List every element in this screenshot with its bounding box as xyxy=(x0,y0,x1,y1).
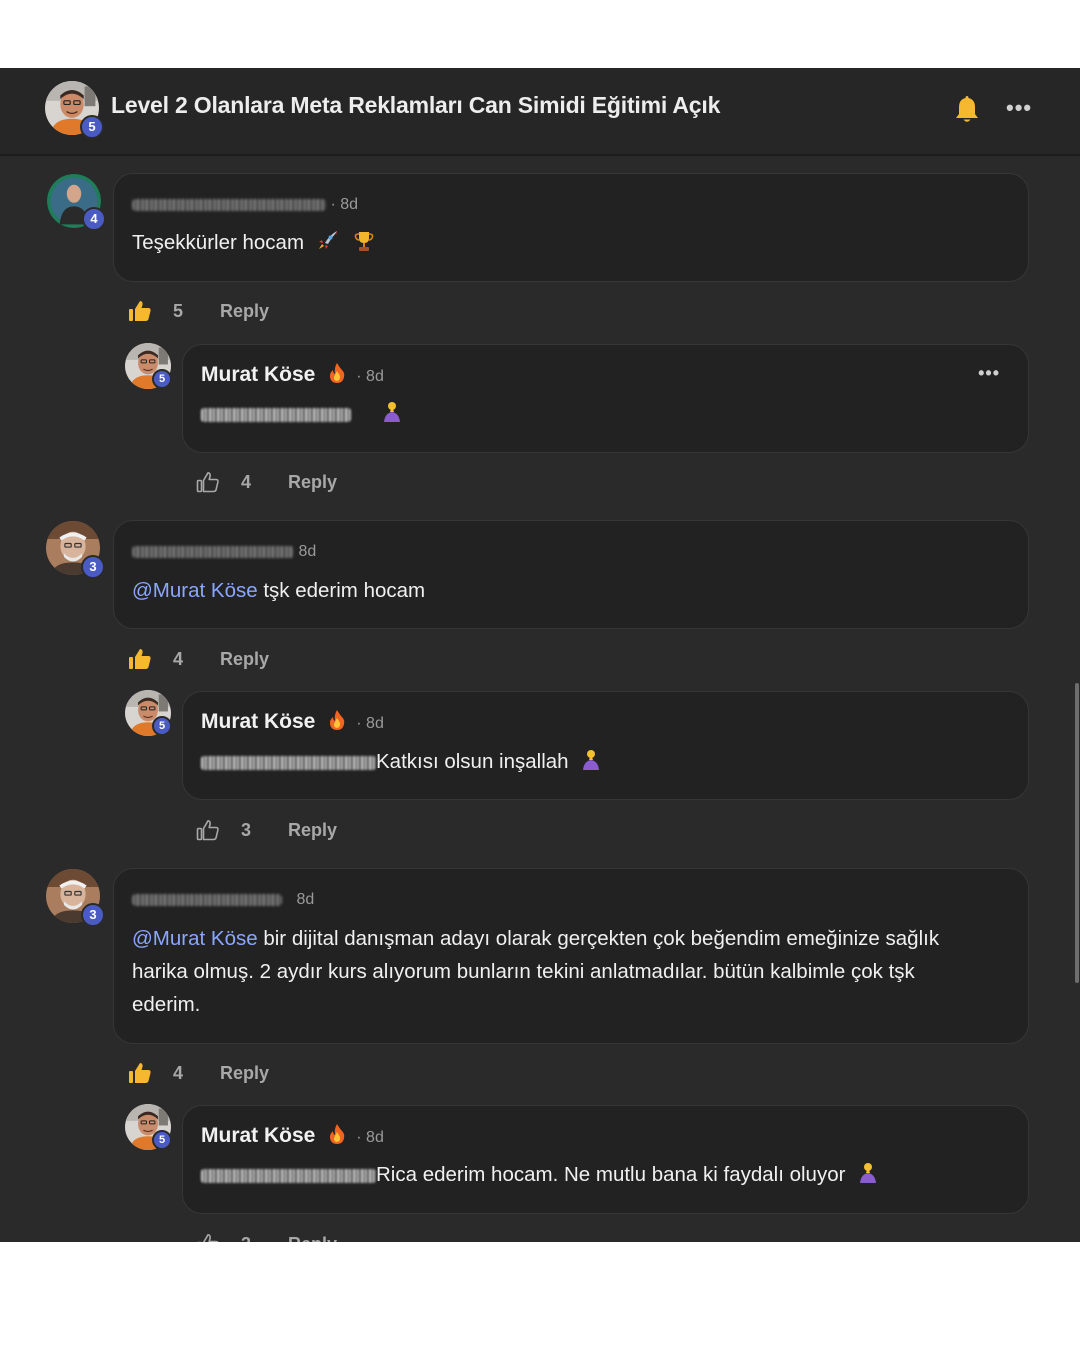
comment-text: Teşekkürler hocam xyxy=(132,226,375,259)
reply-bubble: Murat Köse · 8d Katkısı olsun inşallah xyxy=(182,691,1029,800)
comment-text: @Murat Köse tşk ederim hocam xyxy=(132,574,425,607)
post-header: 5 Level 2 Olanlara Meta Reklamları Can S… xyxy=(0,68,1080,156)
fire-icon xyxy=(328,709,346,731)
more-options-icon[interactable]: ••• xyxy=(1006,96,1036,120)
comment-text-line: ederim. xyxy=(132,993,201,1016)
comment-bubble: 8d @Murat Köse bir dijital danışman aday… xyxy=(113,868,1029,1044)
redacted-author-name xyxy=(132,198,326,211)
like-filled-icon[interactable] xyxy=(128,647,152,671)
reply-author-avatar[interactable]: 5 xyxy=(125,690,172,736)
reply-time: · 8d xyxy=(356,715,384,732)
level-badge: 3 xyxy=(81,555,105,579)
level-badge: 4 xyxy=(82,207,106,231)
reply-text-content: Rica ederim hocam. Ne mutlu bana ki fayd… xyxy=(376,1163,846,1186)
reply-text: Rica ederim hocam. Ne mutlu bana ki fayd… xyxy=(201,1158,879,1191)
reply-text xyxy=(201,397,403,430)
like-outline-icon[interactable] xyxy=(196,470,220,494)
comment-time: 8d xyxy=(298,543,317,560)
commenter-avatar[interactable]: 4 xyxy=(47,174,106,231)
praying-hands-emoji-icon xyxy=(580,749,602,771)
reply-more-icon[interactable]: ••• xyxy=(978,363,1000,384)
comment-text: @Murat Köse bir dijital danışman adayı o… xyxy=(132,922,939,1021)
reply-time: · 8d xyxy=(356,368,384,385)
post-title: Level 2 Olanlara Meta Reklamları Can Sim… xyxy=(111,92,721,118)
comment-bubble: · 8d Teşekkürler hocam xyxy=(113,173,1029,282)
redacted-mention xyxy=(201,1168,376,1183)
reply-bubble: Murat Köse · 8d Rica ederim hocam. Ne mu… xyxy=(182,1105,1029,1214)
trophy-emoji-icon xyxy=(353,230,375,252)
reply-author-name[interactable]: Murat Köse xyxy=(201,363,315,386)
reply-meta: Murat Köse · 8d xyxy=(201,362,384,387)
fire-icon xyxy=(328,1123,346,1145)
like-count: 4 xyxy=(173,649,184,669)
reply-button[interactable]: Reply xyxy=(288,820,337,841)
reply-author-name[interactable]: Murat Köse xyxy=(201,1124,315,1147)
scrollbar-thumb[interactable] xyxy=(1075,683,1079,983)
redacted-author-name xyxy=(132,893,282,906)
level-badge: 3 xyxy=(81,903,105,927)
like-outline-icon[interactable] xyxy=(196,818,220,842)
like-filled-icon[interactable] xyxy=(128,1061,152,1085)
comment-text-content: tşk ederim hocam xyxy=(257,579,426,602)
redacted-mention xyxy=(201,407,351,422)
fire-icon xyxy=(328,362,346,384)
praying-hands-emoji-icon xyxy=(381,401,403,423)
mention-link[interactable]: @Murat Köse xyxy=(132,579,258,602)
comment-meta: 8d xyxy=(132,543,316,561)
praying-hands-emoji-icon xyxy=(857,1162,879,1184)
like-count: 3 xyxy=(241,820,252,840)
like-count: 4 xyxy=(173,1063,184,1083)
reply-button[interactable]: Reply xyxy=(288,472,337,493)
comment-meta: · 8d xyxy=(132,196,358,214)
reply-button[interactable]: Reply xyxy=(220,649,269,670)
reply-text-content: Katkısı olsun inşallah xyxy=(376,750,569,773)
redacted-mention xyxy=(201,755,376,770)
reply-meta: Murat Köse · 8d xyxy=(201,709,384,734)
reply-text: Katkısı olsun inşallah xyxy=(201,745,602,778)
comment-text-line: bir dijital danışman adayı olarak gerçek… xyxy=(257,927,940,950)
comment-time: 8d xyxy=(296,891,315,908)
comment-text-content: Teşekkürler hocam xyxy=(132,231,305,254)
comment-time: · 8d xyxy=(330,196,359,213)
level-badge: 5 xyxy=(152,716,172,736)
reply-button[interactable]: Reply xyxy=(220,1063,269,1084)
like-filled-icon[interactable] xyxy=(128,299,152,323)
level-badge: 5 xyxy=(80,115,104,139)
reply-author-avatar[interactable]: 5 xyxy=(125,1104,172,1150)
commenter-avatar[interactable]: 3 xyxy=(46,521,105,579)
mention-link[interactable]: @Murat Köse xyxy=(132,927,258,950)
reply-author-name[interactable]: Murat Köse xyxy=(201,710,315,733)
reply-meta: Murat Köse · 8d xyxy=(201,1123,384,1148)
reply-button[interactable]: Reply xyxy=(288,1234,337,1242)
redacted-author-name xyxy=(132,545,294,558)
reply-time: · 8d xyxy=(356,1129,384,1146)
commenter-avatar[interactable]: 3 xyxy=(46,869,105,927)
post-author-avatar[interactable]: 5 xyxy=(45,81,104,139)
like-count: 4 xyxy=(241,472,252,492)
reply-bubble: Murat Köse · 8d ••• xyxy=(182,344,1029,453)
rocket-emoji-icon xyxy=(316,230,338,252)
comment-text-line: harika olmuş. 2 aydır kurs alıyorum bunl… xyxy=(132,960,915,983)
like-count: 5 xyxy=(173,301,184,321)
level-badge: 5 xyxy=(152,1130,172,1150)
like-count: 3 xyxy=(241,1234,251,1242)
reply-author-avatar[interactable]: 5 xyxy=(125,343,172,389)
like-outline-icon[interactable] xyxy=(196,1232,220,1242)
reply-button[interactable]: Reply xyxy=(220,301,269,322)
comment-bubble: 8d @Murat Köse tşk ederim hocam xyxy=(113,520,1029,629)
level-badge: 5 xyxy=(152,369,172,389)
comment-thread-panel: 5 Level 2 Olanlara Meta Reklamları Can S… xyxy=(0,68,1080,1242)
comment-meta: 8d xyxy=(132,891,314,909)
bell-icon[interactable] xyxy=(953,94,981,124)
